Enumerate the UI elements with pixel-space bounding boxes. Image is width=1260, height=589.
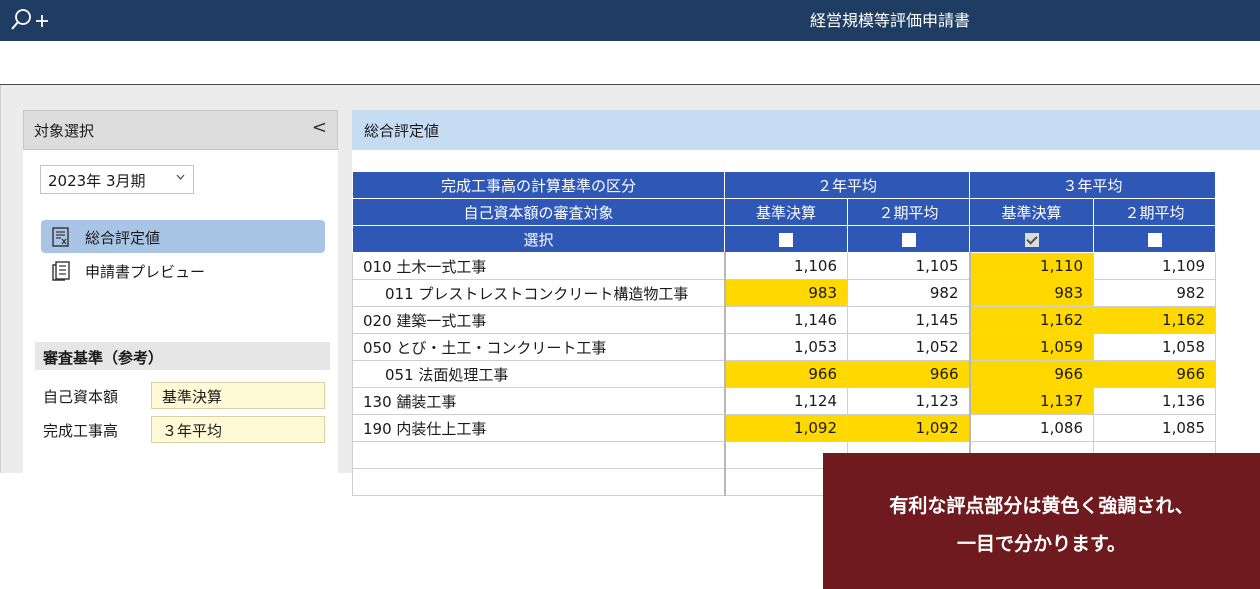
select-cell (847, 225, 970, 253)
callout-banner: 有利な評点部分は黄色く強調され、 一目で分かります。 (823, 453, 1260, 589)
chevron-down-icon (176, 172, 185, 183)
reference-label: 完成工事高 (43, 422, 119, 440)
column-header: 基準決算 (724, 198, 848, 226)
nav-item-label: 総合評定値 (85, 229, 161, 247)
table-row[interactable]: 130 舗装工事 1,124 1,123 1,137 1,136 (352, 387, 1216, 415)
score-cell: 1,086 (969, 414, 1094, 442)
column-header: 基準決算 (969, 198, 1094, 226)
select-cell (724, 225, 848, 253)
target-selection-panel: 対象選択 < 2023年 3月期 総合評定値 申請書プレビュー 審査基準（参考）… (23, 110, 338, 473)
column-group-header: ２年平均 (724, 171, 970, 199)
column-group-header: ３年平均 (969, 171, 1216, 199)
select-checkbox[interactable] (1024, 232, 1039, 247)
score-cell: 983 (724, 279, 848, 307)
score-cell: 1,059 (969, 333, 1094, 361)
score-cell: 1,146 (724, 306, 848, 334)
panel-title: 対象選択 (34, 122, 95, 140)
collapse-panel-button[interactable]: < (312, 117, 327, 138)
select-cell (969, 225, 1094, 253)
reference-value: ３年平均 (162, 422, 223, 440)
column-header: 自己資本額の審査対象 (352, 198, 725, 226)
score-cell: 1,137 (969, 387, 1094, 415)
score-cell: 966 (847, 360, 971, 388)
score-cell: 966 (1093, 360, 1216, 388)
score-cell: 1,106 (724, 252, 848, 280)
select-checkbox[interactable] (901, 232, 916, 247)
select-checkbox[interactable] (1147, 232, 1162, 247)
column-header: 選択 (352, 225, 725, 253)
construction-type-cell: 190 内装仕上工事 (352, 414, 726, 442)
empty-cell (352, 468, 726, 496)
rating-table: 完成工事高の計算基準の区分 ２年平均 ３年平均 自己資本額の審査対象 基準決算 … (352, 171, 1216, 496)
score-cell: 966 (724, 360, 848, 388)
score-cell: 1,058 (1093, 333, 1216, 361)
panel-header: 対象選択 < (23, 110, 338, 150)
score-cell: 983 (969, 279, 1094, 307)
reference-value-field: 基準決算 (151, 382, 325, 409)
table-row[interactable]: 010 土木一式工事 1,106 1,105 1,110 1,109 (352, 252, 1216, 280)
score-cell: 1,124 (724, 387, 848, 415)
zoom-in-icon (11, 9, 48, 30)
column-header: 完成工事高の計算基準の区分 (352, 171, 725, 199)
select-checkbox[interactable] (779, 232, 793, 247)
document-preview-icon (52, 261, 70, 281)
construction-type-cell: 050 とび・土工・コンクリート工事 (352, 333, 726, 361)
panel-title: 総合評定値 (364, 122, 440, 140)
score-cell: 1,092 (724, 414, 848, 442)
table-header-row: 自己資本額の審査対象 基準決算 ２期平均 基準決算 ２期平均 (352, 198, 1216, 226)
reference-value: 基準決算 (162, 388, 223, 406)
period-select[interactable]: 2023年 3月期 (40, 165, 194, 194)
callout-line-1: 有利な評点部分は黄色く強調され、 (889, 495, 1194, 517)
score-cell: 1,085 (1093, 414, 1216, 442)
reference-criteria-label: 審査基準（参考） (43, 349, 164, 367)
window-title: 経営規模等評価申請書 (809, 11, 970, 30)
construction-type-cell: 010 土木一式工事 (352, 252, 726, 280)
table-row[interactable]: 011 プレストレストコンクリート構造物工事 983 982 983 982 (352, 279, 1216, 307)
table-row[interactable]: 051 法面処理工事 966 966 966 966 (352, 360, 1216, 388)
panel-header: 総合評定値 (352, 110, 1260, 150)
score-cell: 1,110 (969, 252, 1094, 280)
callout-line-2: 一目で分かります。 (956, 533, 1127, 555)
score-cell: 1,162 (1093, 306, 1216, 334)
score-cell: 1,053 (724, 333, 848, 361)
score-cell: 1,162 (969, 306, 1094, 334)
score-cell: 1,136 (1093, 387, 1216, 415)
score-cell: 982 (847, 279, 971, 307)
score-cell: 982 (1093, 279, 1216, 307)
construction-type-cell: 130 舗装工事 (352, 387, 726, 415)
zoom-in-button[interactable] (8, 6, 54, 34)
construction-type-cell: 011 プレストレストコンクリート構造物工事 (352, 279, 726, 307)
score-cell: 1,123 (847, 387, 971, 415)
score-cell: 1,109 (1093, 252, 1216, 280)
table-header-row: 完成工事高の計算基準の区分 ２年平均 ３年平均 (352, 171, 1216, 199)
select-cell (1093, 225, 1216, 253)
table-header-row: 選択 (352, 225, 1216, 253)
score-cell: 1,092 (847, 414, 971, 442)
empty-cell (352, 441, 726, 469)
reference-label: 自己資本額 (43, 388, 119, 406)
nav-item-label: 申請書プレビュー (85, 263, 206, 281)
title-bar: 経営規模等評価申請書 (0, 0, 1260, 41)
table-row[interactable]: 020 建築一式工事 1,146 1,145 1,162 1,162 (352, 306, 1216, 334)
column-header: ２期平均 (1093, 198, 1216, 226)
column-header: ２期平均 (847, 198, 970, 226)
table-row[interactable]: 190 内装仕上工事 1,092 1,092 1,086 1,085 (352, 414, 1216, 442)
nav-item-overall-rating[interactable]: 総合評定値 (41, 220, 325, 253)
period-select-value: 2023年 3月期 (48, 172, 146, 190)
construction-type-cell: 051 法面処理工事 (352, 360, 726, 388)
score-cell: 966 (969, 360, 1094, 388)
score-cell: 1,145 (847, 306, 971, 334)
score-cell: 1,052 (847, 333, 971, 361)
reference-criteria-title: 審査基準（参考） (35, 342, 330, 370)
nav-item-application-preview[interactable]: 申請書プレビュー (41, 254, 325, 287)
reference-value-field: ３年平均 (151, 416, 325, 443)
score-cell: 1,105 (847, 252, 971, 280)
construction-type-cell: 020 建築一式工事 (352, 306, 726, 334)
report-document-icon (52, 227, 69, 247)
table-row[interactable]: 050 とび・土工・コンクリート工事 1,053 1,052 1,059 1,058 (352, 333, 1216, 361)
